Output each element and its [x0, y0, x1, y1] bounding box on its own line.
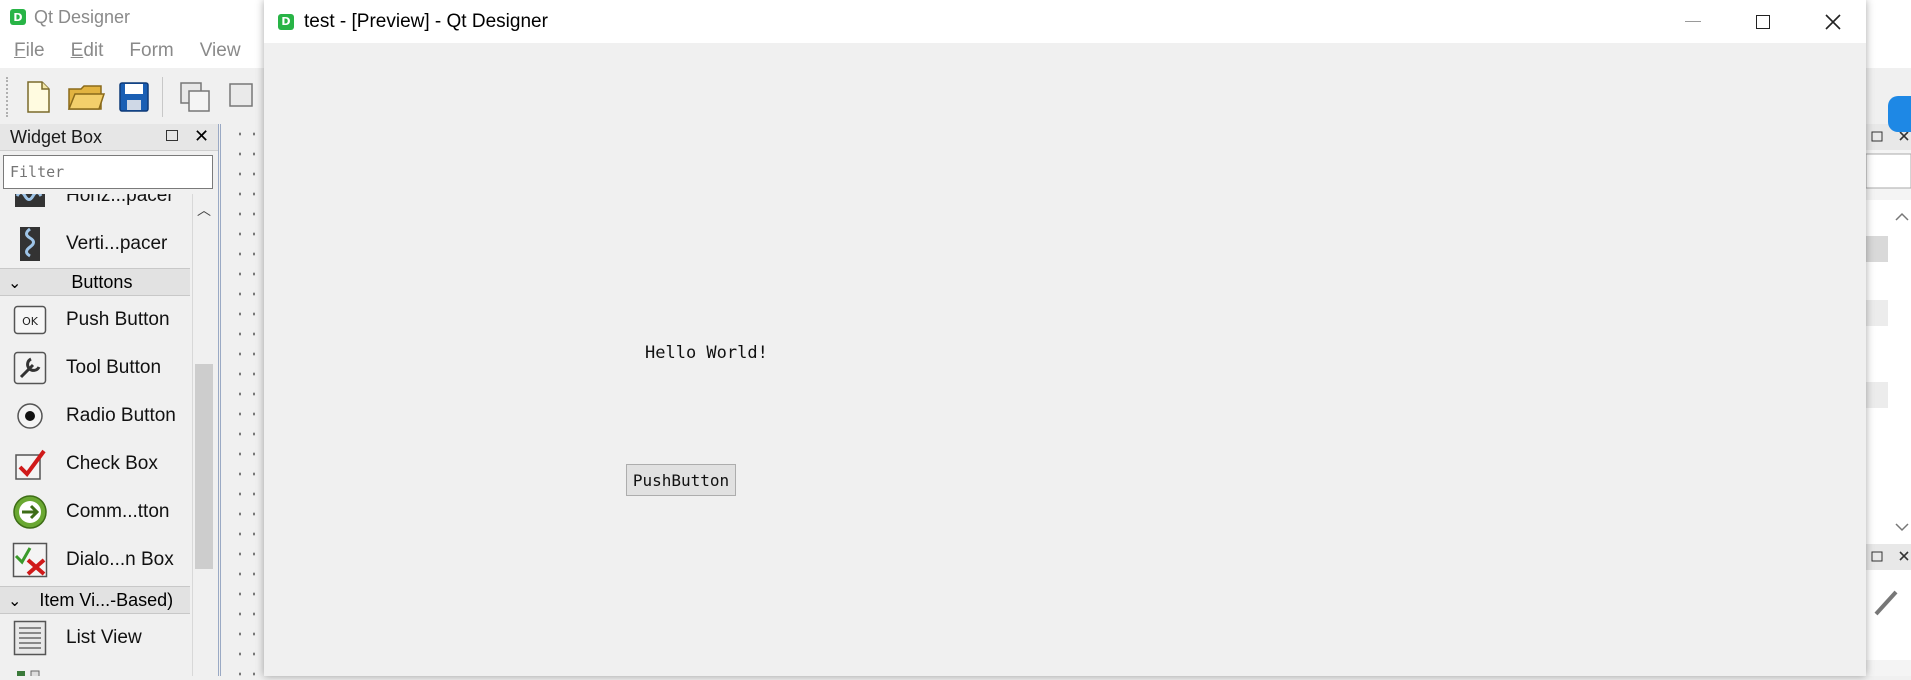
- list-item[interactable]: Dialo...n Box: [0, 536, 190, 584]
- vertical-spacer-icon: [12, 226, 48, 262]
- new-file-icon[interactable]: [16, 75, 60, 119]
- preview-window: D test - [Preview] - Qt Designer Hello W…: [264, 0, 1866, 676]
- push-button[interactable]: PushButton: [626, 464, 736, 496]
- menu-edit[interactable]: Edit: [57, 40, 116, 62]
- open-folder-icon[interactable]: [64, 75, 108, 119]
- qt-designer-app-icon: D: [278, 13, 294, 30]
- menu-view[interactable]: View: [186, 40, 253, 62]
- check-box-icon: [12, 446, 48, 482]
- preview-titlebar[interactable]: D test - [Preview] - Qt Designer: [264, 0, 1866, 43]
- widget-mode-icon[interactable]: [173, 75, 217, 119]
- tree-view-icon: [12, 666, 48, 676]
- save-icon[interactable]: [112, 75, 156, 119]
- menu-file[interactable]: File: [0, 40, 57, 62]
- list-item[interactable]: Comm...tton: [0, 488, 190, 536]
- list-item[interactable]: OK Push Button: [0, 296, 190, 344]
- chevron-down-icon: ⌄: [8, 590, 22, 610]
- main-window-title: Qt Designer: [34, 6, 131, 27]
- list-item[interactable]: Verti...pacer: [0, 220, 190, 268]
- svg-text:OK: OK: [22, 315, 39, 328]
- category-item-views[interactable]: ⌄ Item Vi...-Based): [0, 586, 190, 614]
- floating-assistant-icon[interactable]: [1888, 96, 1911, 132]
- command-link-icon: [12, 494, 48, 530]
- close-icon: [1825, 13, 1841, 30]
- widget-box-title: Widget Box: [10, 126, 103, 147]
- form-grid-dots: [233, 124, 263, 676]
- list-item[interactable]: Tool Button: [0, 344, 190, 392]
- push-button-icon: OK: [12, 302, 48, 338]
- dock-close-icon[interactable]: ✕: [194, 126, 209, 147]
- list-view-icon: [12, 620, 48, 656]
- radio-button-icon: [12, 398, 48, 434]
- dock-float-icon[interactable]: [166, 130, 178, 141]
- hello-label: Hello World!: [645, 343, 768, 363]
- close-button[interactable]: [1798, 0, 1868, 43]
- maximize-button[interactable]: [1728, 0, 1798, 43]
- list-item[interactable]: [0, 660, 190, 676]
- right-dock-controls: [1865, 124, 1911, 660]
- chevron-down-icon: ⌄: [8, 272, 22, 292]
- horizontal-spacer-icon: [12, 194, 48, 214]
- window-mode-icon[interactable]: [221, 75, 265, 119]
- widget-box-titlebar[interactable]: Widget Box ✕: [0, 124, 218, 151]
- preview-form-body: Hello World! PushButton: [264, 43, 1866, 676]
- qt-designer-app-icon: D: [10, 9, 26, 25]
- list-item[interactable]: Radio Button: [0, 392, 190, 440]
- widget-filter-input[interactable]: [3, 155, 213, 189]
- list-item[interactable]: Horiz...pacer: [0, 194, 190, 220]
- list-item[interactable]: Check Box: [0, 440, 190, 488]
- list-item[interactable]: List View: [0, 614, 190, 662]
- category-buttons[interactable]: ⌄ Buttons: [0, 268, 190, 296]
- toolbar-grip[interactable]: [6, 77, 12, 117]
- menu-form[interactable]: Form: [115, 40, 185, 62]
- preview-window-title: test - [Preview] - Qt Designer: [304, 10, 548, 32]
- tool-button-icon: [12, 350, 48, 386]
- scrollbar-thumb[interactable]: [195, 364, 213, 569]
- minimize-button[interactable]: [1658, 0, 1728, 43]
- form-editor-canvas[interactable]: [218, 124, 269, 676]
- widget-list: Horiz...pacer Verti...pacer ⌄ Buttons OK…: [0, 194, 190, 676]
- widget-box-dock: Widget Box ✕ Horiz...pacer Verti...pacer…: [0, 124, 218, 676]
- widget-list-scrollbar[interactable]: ︿: [192, 194, 215, 676]
- scroll-up-arrow-icon[interactable]: ︿: [197, 200, 211, 220]
- right-dock-area: [1865, 124, 1911, 676]
- dialog-button-box-icon: [12, 542, 48, 578]
- toolbar-separator: [162, 77, 163, 117]
